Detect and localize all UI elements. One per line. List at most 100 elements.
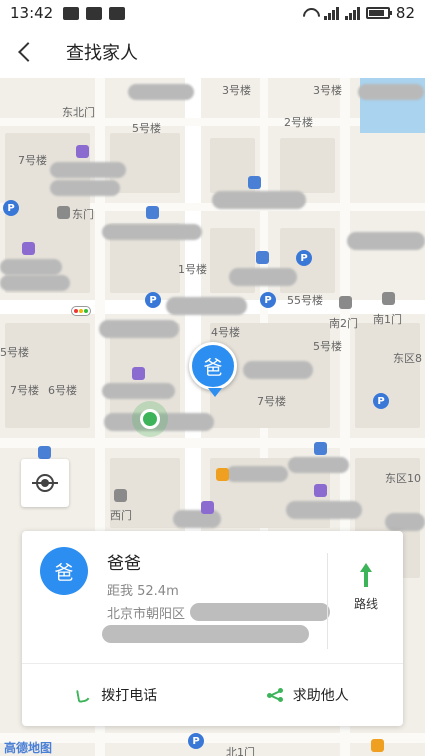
member-name: 爸爸 xyxy=(107,554,141,574)
status-bar: 13:42 82 xyxy=(0,0,425,26)
redacted-label xyxy=(358,84,424,100)
parking-icon[interactable]: P xyxy=(260,292,276,308)
page-title: 查找家人 xyxy=(66,43,138,64)
route-arrow-icon xyxy=(356,563,376,589)
map-label: 7号楼 xyxy=(257,395,286,408)
map-road xyxy=(0,733,425,743)
map-label: 6号楼 xyxy=(48,384,77,397)
parking-icon[interactable]: P xyxy=(373,393,389,409)
battery-icon xyxy=(365,7,392,19)
redacted-label xyxy=(226,466,288,482)
map-label: 3号楼 xyxy=(222,84,251,97)
redacted-label xyxy=(173,510,221,528)
gate-poi-icon[interactable] xyxy=(382,292,395,305)
redacted-label xyxy=(243,361,313,379)
share-icon xyxy=(266,688,283,702)
redacted-label xyxy=(0,275,70,291)
redacted-label xyxy=(212,191,306,209)
home-poi-icon[interactable] xyxy=(248,176,261,189)
redacted-label xyxy=(347,232,425,250)
shop-poi-icon[interactable] xyxy=(201,501,214,514)
redacted-label xyxy=(286,501,362,519)
locate-me-button[interactable] xyxy=(21,459,69,507)
home-poi-icon[interactable] xyxy=(146,206,159,219)
family-member-marker[interactable]: 爸 xyxy=(189,342,237,397)
map-label: 东区10 xyxy=(385,472,421,485)
redacted-label xyxy=(50,180,120,196)
status-right: 82 xyxy=(301,4,415,22)
map-label: 5号楼 xyxy=(0,346,29,359)
app-header: 查找家人 xyxy=(0,26,425,78)
ask-help-button[interactable]: 求助他人 xyxy=(213,664,404,726)
map-label: 西门 xyxy=(110,509,132,522)
parking-icon[interactable]: P xyxy=(145,292,161,308)
call-label: 拨打电话 xyxy=(101,688,158,704)
redacted-label xyxy=(102,383,175,399)
traffic-light-icon xyxy=(71,306,91,316)
map-building xyxy=(280,138,335,193)
image-notification-icon xyxy=(63,6,80,20)
redacted-label xyxy=(99,320,179,338)
parking-icon[interactable]: P xyxy=(188,733,204,749)
redacted-label xyxy=(102,224,202,240)
gate-poi-icon[interactable] xyxy=(57,206,70,219)
map-building xyxy=(355,323,420,428)
back-button[interactable] xyxy=(0,26,50,78)
office-poi-icon[interactable] xyxy=(256,251,269,264)
map-label: 北1门 xyxy=(226,746,255,756)
news-notification-icon xyxy=(109,6,126,20)
map-road xyxy=(0,438,425,448)
call-button[interactable]: 拨打电话 xyxy=(22,664,213,726)
gate-poi-icon[interactable] xyxy=(114,489,127,502)
food-poi-icon[interactable] xyxy=(371,739,384,752)
map-label: 1号楼 xyxy=(178,263,207,276)
redacted-label xyxy=(166,297,247,315)
route-label: 路线 xyxy=(353,597,378,611)
map-label: 5号楼 xyxy=(313,340,342,353)
redacted-label xyxy=(229,268,297,286)
route-button[interactable]: 路线 xyxy=(340,563,392,623)
map-label: 东北门 xyxy=(62,106,95,119)
map-building xyxy=(5,323,90,428)
building-poi-icon[interactable] xyxy=(76,145,89,158)
hotel-poi-icon[interactable] xyxy=(22,242,35,255)
map-label: 南2门 xyxy=(329,317,358,330)
avatar: 爸 xyxy=(40,547,88,595)
amap-logo: 高德地图 xyxy=(4,741,53,755)
signal-icon-2 xyxy=(344,6,360,20)
map-label: 南1门 xyxy=(373,313,402,326)
parking-icon[interactable]: P xyxy=(296,250,312,266)
wifi-icon xyxy=(301,7,318,20)
signal-icon xyxy=(323,6,339,20)
map-label: 东门 xyxy=(72,208,94,221)
hotel-poi-icon[interactable] xyxy=(132,367,145,380)
redacted-label xyxy=(385,513,425,531)
home-poi-icon[interactable] xyxy=(314,442,327,455)
hotel-poi-icon[interactable] xyxy=(314,484,327,497)
mail-notification-icon xyxy=(86,6,103,20)
redacted-label xyxy=(128,84,194,100)
map-label: 7号楼 xyxy=(18,154,47,167)
home-poi-icon[interactable] xyxy=(38,446,51,459)
gate-poi-icon[interactable] xyxy=(339,296,352,309)
divider xyxy=(327,553,328,649)
parking-icon[interactable]: P xyxy=(3,200,19,216)
battery-percent: 82 xyxy=(395,4,415,22)
phone-icon xyxy=(76,686,93,704)
redacted-address xyxy=(102,625,309,643)
food-poi-icon[interactable] xyxy=(216,468,229,481)
help-label: 求助他人 xyxy=(292,688,349,704)
redacted-address xyxy=(190,603,330,621)
redacted-label xyxy=(0,259,62,275)
redacted-label xyxy=(288,457,349,473)
map-label: 2号楼 xyxy=(284,116,313,129)
redacted-label xyxy=(50,162,126,178)
address-text: 北京市朝阳区 xyxy=(107,607,186,622)
locate-icon xyxy=(32,474,58,492)
map-label: 东区8 xyxy=(393,352,422,365)
card-actions: 拨打电话 求助他人 xyxy=(22,664,403,726)
map-label: 55号楼 xyxy=(287,294,323,307)
map-label: 5号楼 xyxy=(132,122,161,135)
my-location-dot xyxy=(132,401,168,437)
map-label: 4号楼 xyxy=(211,326,240,339)
